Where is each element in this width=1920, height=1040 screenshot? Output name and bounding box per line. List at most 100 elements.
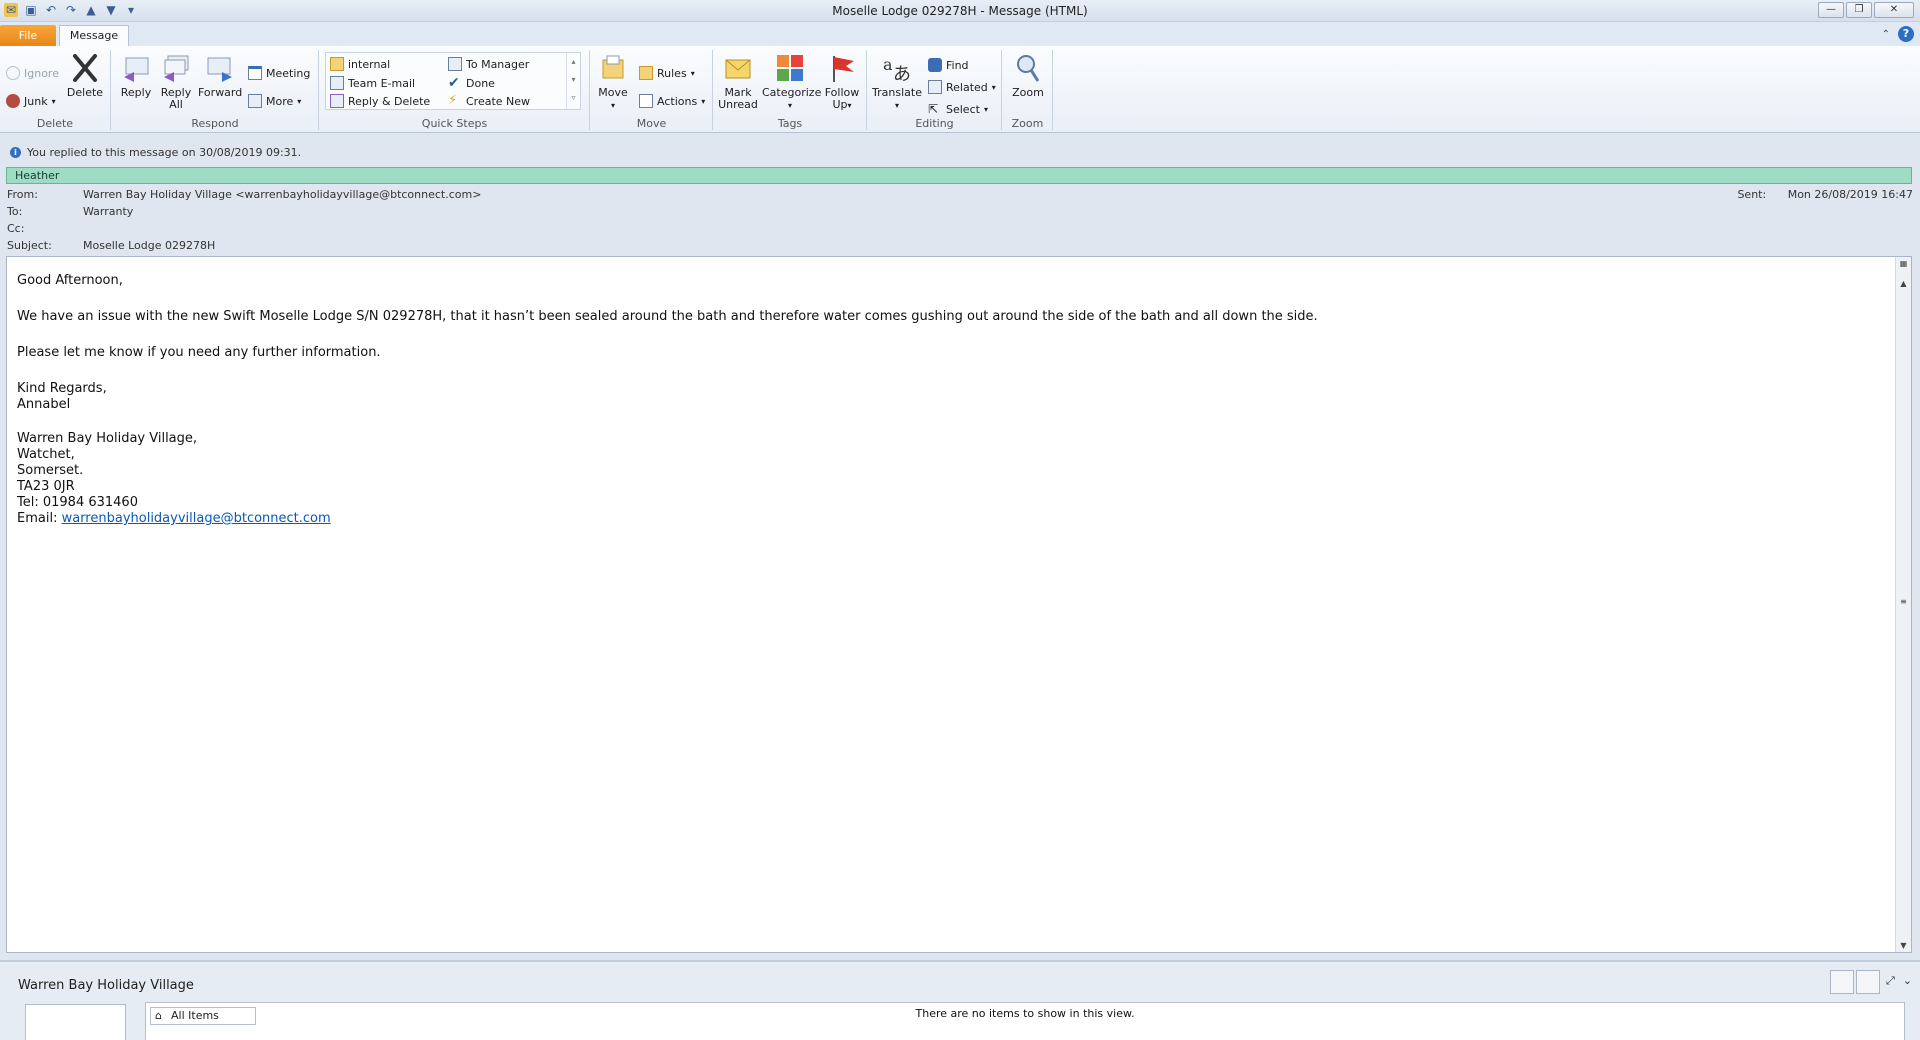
actions-icon <box>639 94 653 108</box>
translate-button[interactable]: aあ Translate ▾ <box>872 52 922 112</box>
signature-email-line: Email: warrenbayholidayvillage@btconnect… <box>17 511 1318 527</box>
window-title: Moselle Lodge 029278H - Message (HTML) <box>832 4 1088 18</box>
minimize-ribbon-icon[interactable]: ⌃ <box>1882 29 1890 40</box>
tab-message[interactable]: Message <box>59 25 129 47</box>
rules-button[interactable]: Rules ▾ <box>639 64 695 82</box>
group-editing: aあ Translate ▾ Find Related ▾ ⇱ Select ▾ Ed… <box>868 50 1002 130</box>
help-icon[interactable]: ? <box>1898 26 1914 42</box>
mark-unread-button[interactable]: Mark Unread <box>718 52 758 111</box>
people-pane-photos <box>1830 970 1880 994</box>
quick-step-reply-delete[interactable]: Reply & Delete <box>330 92 430 110</box>
signature-postcode: TA23 0JR <box>17 479 75 494</box>
ignore-button[interactable]: Ignore <box>6 64 59 82</box>
more-button[interactable]: More ▾ <box>248 92 301 110</box>
contact-photo-icon[interactable] <box>1830 970 1854 994</box>
quick-step-create-new[interactable]: ⚡ Create New <box>448 92 530 110</box>
tab-file[interactable]: File <box>0 25 56 46</box>
delete-icon <box>73 54 97 82</box>
folder-icon <box>330 57 344 71</box>
group-quick-steps: internal To Manager Team E-mail ✔ Done R… <box>320 50 590 130</box>
vertical-scrollbar[interactable]: ▦ ▲ ≡ ▼ <box>1895 257 1911 952</box>
from-value[interactable]: Warren Bay Holiday Village <warrenbayhol… <box>83 188 481 201</box>
scroll-down-arrow[interactable]: ▼ <box>1896 941 1911 950</box>
forward-mail-icon <box>448 57 462 71</box>
to-value[interactable]: Warranty <box>83 205 133 218</box>
window-controls: — ❐ ✕ <box>1818 2 1914 18</box>
junk-icon <box>6 94 20 108</box>
reply-delete-icon <box>330 94 344 108</box>
select-button[interactable]: ⇱ Select ▾ <box>928 100 988 118</box>
sign-off: Kind Regards, Annabel <box>17 381 1318 413</box>
group-delete: Ignore Junk ▾ Delete Delete <box>0 50 111 130</box>
people-pane: Warren Bay Holiday Village ⤢ ⌄ ⌂ All Ite… <box>0 960 1920 1040</box>
expand-gallery-icon[interactable]: ▿ <box>567 89 580 107</box>
info-bar-text: You replied to this message on 30/08/201… <box>27 145 302 159</box>
signature-company: Warren Bay Holiday Village, <box>17 431 198 446</box>
quick-step-to-manager[interactable]: To Manager <box>448 55 529 73</box>
meeting-button[interactable]: Meeting <box>248 64 310 82</box>
quick-step-team-email[interactable]: Team E-mail <box>330 74 415 92</box>
scroll-up-icon[interactable]: ▴ <box>567 53 580 71</box>
close-button[interactable]: ✕ <box>1874 2 1914 18</box>
chevron-down-icon: ▾ <box>991 82 996 92</box>
mark-unread-icon <box>725 59 751 79</box>
actions-button[interactable]: Actions ▾ <box>639 92 705 110</box>
chevron-down-icon: ▾ <box>297 96 302 106</box>
quick-step-done[interactable]: ✔ Done <box>448 74 495 92</box>
header-to: To: Warranty <box>0 205 1920 222</box>
signature: Warren Bay Holiday Village, Watchet, Som… <box>17 431 1318 527</box>
reply-button[interactable]: Reply <box>118 52 154 99</box>
follow-up-button[interactable]: Follow Up▾ <box>822 52 862 112</box>
junk-button[interactable]: Junk ▾ <box>6 92 56 110</box>
scroll-down-icon[interactable]: ▾ <box>567 71 580 89</box>
no-items-message: There are no items to show in this view. <box>915 1007 1135 1020</box>
scroll-up-arrow[interactable]: ▲ <box>1896 279 1911 288</box>
find-button[interactable]: Find <box>928 56 969 74</box>
forward-icon <box>207 57 232 82</box>
reply-all-button[interactable]: Reply All <box>158 52 194 111</box>
group-respond: Reply Reply All Forward Meeting More ▾ Re… <box>112 50 319 130</box>
expand-icon[interactable]: ⤢ <box>1886 974 1895 988</box>
info-icon: i <box>10 146 21 158</box>
signature-town: Watchet, <box>17 447 75 462</box>
signature-email-label: Email: <box>17 511 62 526</box>
scroll-thumb[interactable]: ≡ <box>1896 597 1911 606</box>
info-bar: i You replied to this message on 30/08/2… <box>0 143 1920 161</box>
layout-icon[interactable]: ▦ <box>1896 259 1911 268</box>
contact-photo-icon[interactable] <box>1856 970 1880 994</box>
signature-email-link[interactable]: warrenbayholidayvillage@btconnect.com <box>62 511 331 526</box>
message-body[interactable]: Good Afternoon, We have an issue with th… <box>6 256 1912 953</box>
forward-button[interactable]: Forward <box>198 52 242 99</box>
delete-button[interactable]: Delete <box>66 52 104 99</box>
reply-all-icon <box>164 55 189 82</box>
zoom-button[interactable]: Zoom <box>1009 52 1047 99</box>
sent-value: Mon 26/08/2019 16:47 <box>1787 188 1913 201</box>
team-email-icon <box>330 76 344 90</box>
help-area: ⌃ ? <box>1882 26 1914 42</box>
from-label: From: <box>7 188 38 201</box>
related-button[interactable]: Related ▾ <box>928 78 996 96</box>
ribbon: Ignore Junk ▾ Delete Delete Reply Reply A… <box>0 46 1920 133</box>
message-content: Good Afternoon, We have an issue with th… <box>17 273 1318 527</box>
chevron-down-icon[interactable]: ⌄ <box>1903 974 1912 988</box>
subject-label: Subject: <box>7 239 52 252</box>
people-pane-tools: ⤢ ⌄ <box>1886 974 1912 988</box>
group-zoom: Zoom Zoom <box>1003 50 1053 130</box>
chevron-down-icon: ▾ <box>983 104 988 114</box>
maximize-button[interactable]: ❐ <box>1846 2 1872 18</box>
svg-text:a: a <box>883 55 893 74</box>
group-label-editing: Editing <box>915 117 954 130</box>
group-label-tags: Tags <box>777 117 803 130</box>
categorize-button[interactable]: Categorize ▾ <box>762 52 821 112</box>
binoculars-icon <box>928 58 942 72</box>
move-button[interactable]: Move ▾ <box>595 52 631 112</box>
quick-steps-scroll[interactable]: ▴ ▾ ▿ <box>566 53 580 109</box>
group-label-respond: Respond <box>191 117 239 130</box>
chevron-down-icon: ▾ <box>701 96 706 106</box>
category-bar[interactable]: Heather <box>6 167 1912 184</box>
chevron-down-icon: ▾ <box>690 68 695 78</box>
quick-step-internal[interactable]: internal <box>330 55 390 73</box>
header-subject: Subject: Moselle Lodge 029278H <box>0 239 1920 256</box>
minimize-button[interactable]: — <box>1818 2 1844 18</box>
move-icon <box>602 55 624 79</box>
